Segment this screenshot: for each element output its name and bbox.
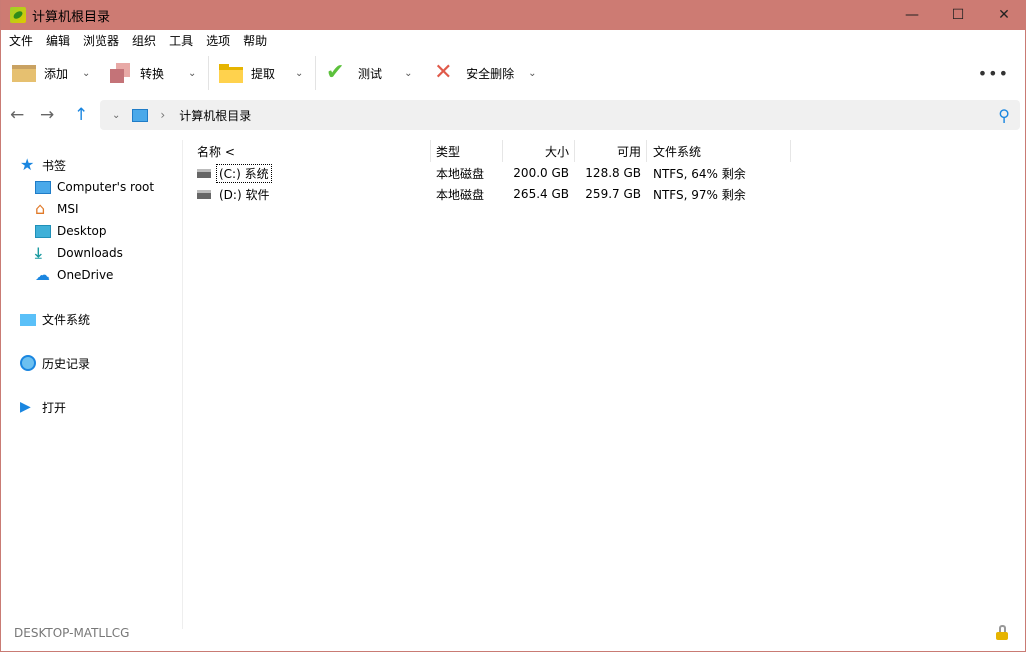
sidebar-item-downloads[interactable]: ⤓ Downloads <box>35 243 123 263</box>
menu-bar: 文件 编辑 浏览器 组织 工具 选项 帮助 <box>2 30 1024 50</box>
convert-button[interactable]: 转换 ⌄ <box>98 52 204 94</box>
sidebar-bookmarks[interactable]: ★ 书签 <box>20 155 66 175</box>
delete-x-icon: ✕ <box>434 60 453 85</box>
column-separator[interactable] <box>790 140 791 162</box>
column-header-name[interactable]: 名称 < <box>197 140 235 162</box>
column-header-size[interactable]: 大小 <box>503 140 569 162</box>
forward-arrow-icon[interactable]: → <box>40 105 54 125</box>
sidebar-filesystem[interactable]: 文件系统 <box>20 309 90 329</box>
status-computer-name: DESKTOP-MATLLCG <box>14 626 130 640</box>
menu-browser[interactable]: 浏览器 <box>83 32 119 49</box>
history-icon <box>20 355 36 371</box>
breadcrumb-computer-root[interactable]: 计算机根目录 <box>179 107 251 124</box>
title-bar: 计算机根目录 — ☐ ✕ <box>1 0 1026 30</box>
menu-edit[interactable]: 编辑 <box>46 32 70 49</box>
checkmark-icon: ✔ <box>326 60 345 85</box>
column-header-filesystem[interactable]: 文件系统 <box>653 140 701 162</box>
sidebar-item-computers-root[interactable]: Computer's root <box>35 177 154 197</box>
extract-label: 提取 <box>251 66 276 81</box>
column-separator[interactable] <box>646 140 647 162</box>
box-icon <box>12 63 36 83</box>
column-header-free[interactable]: 可用 <box>575 140 641 162</box>
chevron-down-icon[interactable]: ⌄ <box>404 68 420 79</box>
convert-label: 转换 <box>140 66 165 81</box>
drive-filesystem: NTFS, 64% 剩余 <box>653 166 746 181</box>
chevron-down-icon[interactable]: ⌄ <box>528 68 544 79</box>
menu-organize[interactable]: 组织 <box>132 32 156 49</box>
secure-delete-button[interactable]: ✕ 安全删除 ⌄ <box>420 52 544 94</box>
toolbar: 添加 ⌄ 转换 ⌄ 提取 ⌄ ✔ 测试 ⌄ ✕ 安全删除 ⌄ <box>2 52 1024 94</box>
secure-delete-label: 安全删除 <box>466 66 515 81</box>
peazip-app-icon <box>10 7 26 23</box>
more-options-icon[interactable]: ••• <box>978 64 1009 83</box>
sidebar-open[interactable]: ▶ 打开 <box>20 397 66 417</box>
drive-name: (C:) 系统 <box>216 163 272 183</box>
back-arrow-icon[interactable]: ← <box>10 105 24 125</box>
drive-size: 265.4 GB <box>513 187 569 201</box>
navigation-bar: ← → ↑ ⌄ › 计算机根目录 ⚲ <box>2 98 1024 132</box>
drive-icon <box>197 168 211 178</box>
history-label: 历史记录 <box>42 356 91 371</box>
bookmarks-label: 书签 <box>42 158 67 173</box>
column-header-type[interactable]: 类型 <box>436 140 460 162</box>
drive-free: 128.8 GB <box>585 166 641 180</box>
close-button[interactable]: ✕ <box>981 0 1026 30</box>
menu-help[interactable]: 帮助 <box>243 32 267 49</box>
test-label: 测试 <box>358 66 383 81</box>
sidebar-item-msi[interactable]: ⌂ MSI <box>35 199 79 219</box>
address-bar[interactable]: ⌄ › 计算机根目录 ⚲ <box>100 100 1020 130</box>
window-title: 计算机根目录 <box>32 9 111 25</box>
test-button[interactable]: ✔ 测试 ⌄ <box>316 52 420 94</box>
extract-button[interactable]: 提取 ⌄ <box>209 52 311 94</box>
home-icon: ⌂ <box>35 199 46 218</box>
download-icon: ⤓ <box>35 244 42 262</box>
add-label: 添加 <box>44 66 69 81</box>
chevron-down-icon[interactable]: ⌄ <box>82 68 98 79</box>
chevron-down-icon[interactable]: ⌄ <box>295 68 311 79</box>
sidebar-item-label: Downloads <box>57 246 123 260</box>
maximize-button[interactable]: ☐ <box>935 0 981 30</box>
filesystem-label: 文件系统 <box>42 312 91 327</box>
sidebar-history[interactable]: 历史记录 <box>20 353 90 373</box>
sidebar-item-desktop[interactable]: Desktop <box>35 221 107 241</box>
computer-icon <box>35 180 51 194</box>
star-icon: ★ <box>20 155 35 174</box>
sidebar-item-label: Desktop <box>57 224 107 238</box>
menu-options[interactable]: 选项 <box>206 32 230 49</box>
drive-filesystem: NTFS, 97% 剩余 <box>653 187 746 202</box>
cloud-icon: ☁ <box>35 266 50 284</box>
minimize-button[interactable]: — <box>889 0 935 30</box>
search-icon[interactable]: ⚲ <box>998 106 1010 125</box>
sidebar-item-onedrive[interactable]: ☁ OneDrive <box>35 265 113 285</box>
add-button[interactable]: 添加 ⌄ <box>2 52 98 94</box>
menu-tools[interactable]: 工具 <box>169 32 193 49</box>
open-label: 打开 <box>42 400 67 415</box>
unlocked-padlock-icon[interactable] <box>996 625 1008 640</box>
window: 计算机根目录 — ☐ ✕ 文件 编辑 浏览器 组织 工具 选项 帮助 添加 ⌄ … <box>0 0 1026 652</box>
drive-icon <box>197 189 211 199</box>
play-icon: ▶ <box>20 399 31 415</box>
drive-free: 259.7 GB <box>585 187 641 201</box>
column-separator[interactable] <box>430 140 431 162</box>
drive-type: 本地磁盘 <box>436 166 485 181</box>
sidebar: ★ 书签 Computer's root ⌂ MSI Desktop ⤓ Downlo… <box>2 140 183 629</box>
computer-icon <box>132 108 149 122</box>
drive-size: 200.0 GB <box>513 166 569 180</box>
folder-icon <box>219 63 244 83</box>
chevron-down-icon[interactable]: ⌄ <box>188 68 204 79</box>
menu-file[interactable]: 文件 <box>9 32 33 49</box>
folder-icon <box>20 314 36 326</box>
convert-icon <box>108 63 132 83</box>
drive-name: (D:) 软件 <box>219 187 270 202</box>
up-arrow-icon[interactable]: ↑ <box>74 105 88 125</box>
sidebar-item-label: Computer's root <box>57 180 155 194</box>
drive-type: 本地磁盘 <box>436 187 485 202</box>
sidebar-item-label: MSI <box>57 202 79 216</box>
sidebar-item-label: OneDrive <box>57 268 114 282</box>
desktop-icon <box>35 224 51 238</box>
breadcrumb-separator-icon: › <box>160 108 166 122</box>
chevron-down-icon[interactable]: ⌄ <box>112 110 120 121</box>
